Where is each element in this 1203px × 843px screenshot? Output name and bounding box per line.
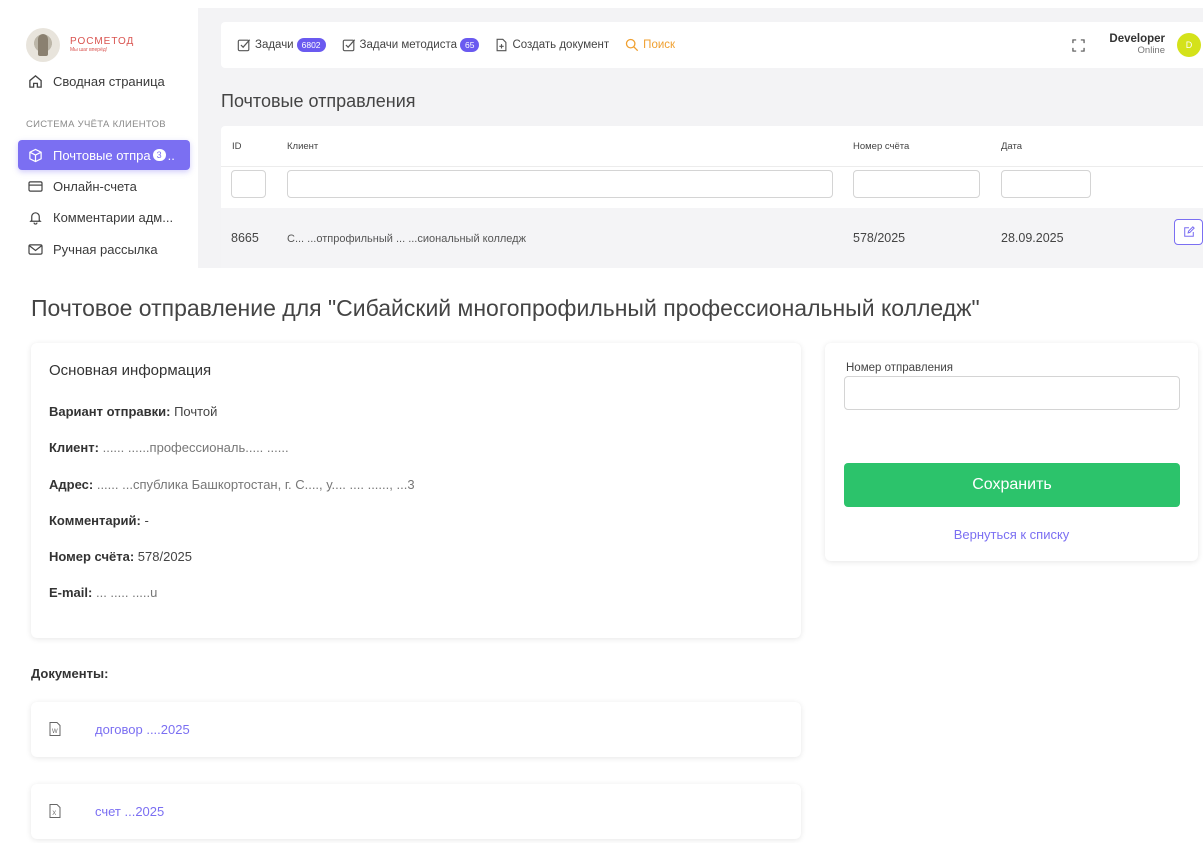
- back-to-list-link[interactable]: Вернуться к списку: [825, 527, 1198, 542]
- row-client: С... ...отпрофильный ... ...сиональный к…: [287, 233, 526, 245]
- svg-text:W: W: [52, 729, 58, 735]
- sidebar-item-badge: 3: [152, 149, 166, 161]
- column-header-invoice[interactable]: Номер счёта: [853, 141, 909, 152]
- sidebar-section-label: СИСТЕМА УЧЁТА КЛИЕНТОВ: [26, 119, 166, 130]
- document-link[interactable]: счет ...2025: [95, 804, 164, 819]
- page-title: Почтовые отправления: [221, 91, 416, 111]
- new-document-icon: [495, 38, 508, 52]
- checkbox-icon: [342, 38, 356, 52]
- tracking-card: Номер отправления Сохранить Вернуться к …: [825, 343, 1198, 561]
- methodist-tasks-link[interactable]: Задачи методиста 65: [342, 38, 480, 52]
- field-address: Адрес: ...... ...спублика Башкортостан, …: [49, 477, 415, 492]
- document-item[interactable]: W договор ....2025: [31, 702, 801, 757]
- column-header-date[interactable]: Дата: [1001, 141, 1022, 152]
- sidebar-item-label: Почтовые отпра: [53, 147, 151, 163]
- search-link[interactable]: Поиск: [625, 38, 675, 52]
- sidebar-item-label: Сводная страница: [53, 73, 165, 89]
- documents-heading: Документы:: [31, 666, 109, 681]
- row-id: 8665: [231, 231, 259, 245]
- detail-title: Почтовое отправление для "Сибайский мног…: [31, 295, 980, 321]
- user-info[interactable]: Developer Online: [1109, 33, 1165, 56]
- logo-subtitle: Мы шаг вперёд!: [70, 47, 108, 53]
- sidebar: РОСМЕТОД Мы шаг вперёд! Сводная страница…: [8, 8, 198, 268]
- tasks-label: Задачи: [255, 39, 294, 51]
- tracking-number-input[interactable]: [844, 376, 1180, 410]
- main-info-card: Основная информация Вариант отправки: По…: [31, 343, 801, 638]
- search-label: Поиск: [643, 39, 676, 51]
- sidebar-item-suffix: ..: [167, 147, 175, 163]
- row-date: 28.09.2025: [1001, 231, 1064, 245]
- user-status: Online: [1137, 45, 1165, 57]
- sidebar-item-online-invoices[interactable]: Онлайн-счета: [18, 171, 190, 201]
- header-divider: [221, 166, 1203, 167]
- search-icon: [625, 38, 639, 52]
- column-header-client[interactable]: Клиент: [287, 141, 318, 152]
- column-header-id[interactable]: ID: [232, 141, 242, 152]
- methodist-tasks-label: Задачи методиста: [359, 39, 457, 51]
- edit-button[interactable]: [1174, 219, 1203, 245]
- logo-title: РОСМЕТОД: [70, 36, 135, 47]
- logo[interactable]: РОСМЕТОД Мы шаг вперёд!: [26, 28, 134, 62]
- sidebar-item-label: Ручная рассылка: [53, 241, 158, 257]
- create-document-link[interactable]: Создать документ: [495, 38, 609, 52]
- create-document-label: Создать документ: [512, 39, 610, 51]
- save-button[interactable]: Сохранить: [844, 463, 1180, 507]
- mail-icon: [27, 241, 43, 257]
- card-icon: [27, 178, 43, 194]
- filter-date-input[interactable]: [1001, 170, 1091, 198]
- card-heading: Основная информация: [49, 362, 212, 379]
- field-email: E-mail: ... ..... .....u: [49, 585, 158, 600]
- tasks-count-badge: 6802: [296, 38, 326, 52]
- filter-id-input[interactable]: [231, 170, 266, 198]
- filter-invoice-input[interactable]: [853, 170, 980, 198]
- field-invoice-number: Номер счёта: 578/2025: [49, 549, 193, 564]
- topbar: Задачи 6802 Задачи методиста 65 Создать …: [221, 22, 1203, 68]
- methodist-count-badge: 65: [459, 38, 480, 52]
- field-client: Клиент: ...... ......профессиональ..... …: [49, 440, 289, 455]
- home-icon: [27, 73, 43, 89]
- box-icon: [27, 147, 43, 163]
- sidebar-item-mailings[interactable]: Почтовые отпра 3 ..: [18, 140, 190, 170]
- bell-icon: [27, 209, 43, 225]
- excel-file-icon: X: [49, 804, 61, 823]
- checkbox-icon: [237, 38, 251, 52]
- word-file-icon: W: [49, 722, 61, 741]
- sidebar-item-admin-comments[interactable]: Комментарии адм...: [18, 202, 190, 232]
- admin-shell: РОСМЕТОД Мы шаг вперёд! Сводная страница…: [8, 8, 1203, 268]
- sidebar-item-dashboard[interactable]: Сводная страница: [18, 66, 190, 96]
- field-delivery-method: Вариант отправки: Почтой: [49, 404, 218, 419]
- field-comment: Комментарий: -: [49, 513, 149, 528]
- sidebar-item-label: Комментарии адм...: [53, 209, 174, 225]
- document-link[interactable]: договор ....2025: [95, 722, 190, 737]
- sidebar-item-label: Онлайн-счета: [53, 178, 137, 194]
- avatar[interactable]: D: [1177, 33, 1201, 57]
- tracking-number-label: Номер отправления: [846, 362, 953, 374]
- document-item[interactable]: X счет ...2025: [31, 784, 801, 839]
- svg-text:X: X: [52, 811, 56, 817]
- owl-logo-icon: [26, 28, 60, 62]
- row-invoice: 578/2025: [853, 231, 906, 245]
- fullscreen-icon[interactable]: [1072, 38, 1086, 52]
- filter-client-input[interactable]: [287, 170, 833, 198]
- sidebar-item-manual-mailing[interactable]: Ручная рассылка: [18, 234, 190, 264]
- mailings-table: ID Клиент Номер счёта Дата 8665 С... ...…: [221, 126, 1203, 268]
- edit-icon: [1183, 226, 1195, 238]
- tasks-link[interactable]: Задачи 6802: [237, 38, 326, 52]
